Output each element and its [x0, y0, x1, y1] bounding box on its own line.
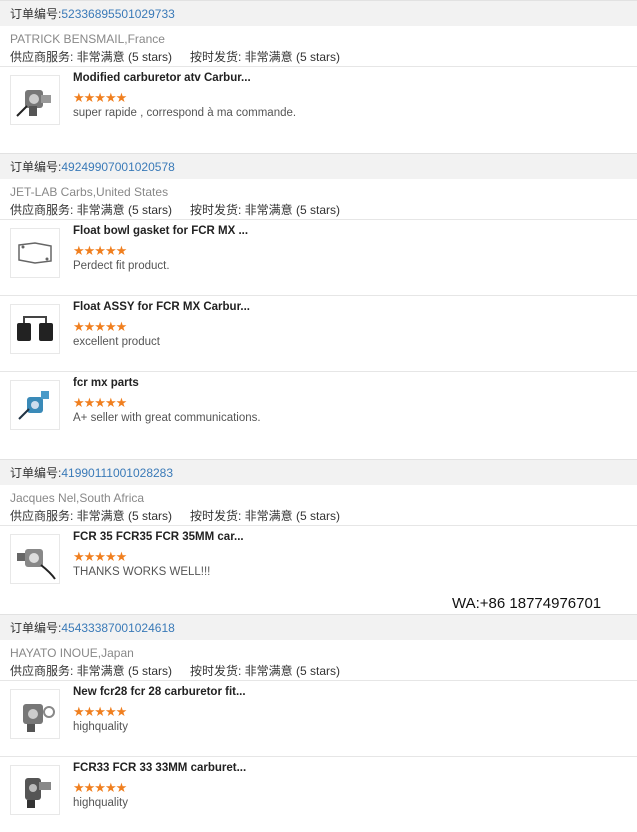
review-item: Float bowl gasket for FCR MX ... ★★★★★ P… [0, 219, 637, 295]
review-item: Modified carburetor atv Carbur... ★★★★★ … [0, 66, 637, 142]
carburetor-icon [17, 549, 56, 580]
rating-summary: 供应商服务: 非常满意 (5 stars) 按时发货: 非常满意 (5 stars… [0, 507, 637, 525]
service-rating: 供应商服务: 非常满意 (5 stars) [10, 509, 173, 523]
product-thumbnail[interactable] [10, 304, 60, 354]
review-text: super rapide , correspond à ma commande. [73, 107, 297, 119]
review-text: A+ seller with great communications. [73, 412, 261, 424]
product-thumbnail[interactable] [10, 765, 60, 815]
review-text: THANKS WORKS WELL!!! [73, 566, 211, 578]
order-header: 订单编号:45433387001024618 [0, 614, 637, 640]
star-rating: ★★★★★ [73, 704, 127, 719]
service-rating: 供应商服务: 非常满意 (5 stars) [10, 664, 173, 678]
rating-summary: 供应商服务: 非常满意 (5 stars) 按时发货: 非常满意 (5 stars… [0, 201, 637, 219]
product-thumbnail[interactable] [10, 75, 60, 125]
order-number-label: 订单编号: [10, 7, 62, 21]
buyer-info: Jacques Nel,South Africa [10, 491, 145, 505]
product-title[interactable]: FCR 35 FCR35 FCR 35MM car... [73, 531, 244, 543]
shipping-rating: 按时发货: 非常满意 (5 stars) [190, 203, 341, 217]
star-rating: ★★★★★ [73, 395, 127, 410]
order-number-link[interactable]: 52336895501029733 [61, 7, 174, 21]
product-title[interactable]: New fcr28 fcr 28 carburetor fit... [73, 686, 246, 698]
review-item: FCR33 FCR 33 33MM carburet... ★★★★★ high… [0, 756, 637, 832]
service-rating: 供应商服务: 非常满意 (5 stars) [10, 203, 173, 217]
order-number-link[interactable]: 45433387001024618 [61, 621, 174, 635]
shipping-rating: 按时发货: 非常满意 (5 stars) [190, 509, 341, 523]
carburetor-icon [18, 391, 49, 420]
review-text: highquality [73, 797, 128, 809]
carburetor-icon [16, 90, 51, 117]
order-number-label: 订单编号: [10, 160, 62, 174]
star-rating: ★★★★★ [73, 90, 127, 105]
order-header: 订单编号:52336895501029733 [0, 0, 637, 26]
order-number-link[interactable]: 41990111001028283 [61, 466, 173, 480]
product-title[interactable]: Float ASSY for FCR MX Carbur... [73, 301, 250, 313]
float-icon [17, 316, 53, 341]
gasket-icon [18, 242, 52, 264]
rating-summary: 供应商服务: 非常满意 (5 stars) 按时发货: 非常满意 (5 stars… [0, 48, 637, 66]
whatsapp-contact-text: WA:+86 18774976701 [452, 595, 602, 612]
star-rating: ★★★★★ [73, 549, 127, 564]
order-header: 订单编号:49249907001020578 [0, 153, 637, 179]
order-block: 订单编号:45433387001024618 HAYATO INOUE,Japa… [0, 614, 637, 832]
order-number-label: 订单编号: [10, 621, 62, 635]
product-title[interactable]: Float bowl gasket for FCR MX ... [73, 225, 248, 237]
shipping-rating: 按时发货: 非常满意 (5 stars) [190, 664, 341, 678]
star-rating: ★★★★★ [73, 780, 127, 795]
order-block: 订单编号:49249907001020578 JET-LAB Carbs,Uni… [0, 153, 637, 447]
product-title[interactable]: fcr mx parts [73, 377, 139, 389]
star-rating: ★★★★★ [73, 319, 127, 334]
review-item: FCR 35 FCR35 FCR 35MM car... ★★★★★ THANK… [0, 525, 637, 601]
service-rating: 供应商服务: 非常满意 (5 stars) [10, 50, 173, 64]
order-block: 订单编号:52336895501029733 PATRICK BENSMAIL,… [0, 0, 637, 142]
order-number-label: 订单编号: [10, 466, 62, 480]
product-title[interactable]: FCR33 FCR 33 33MM carburet... [73, 762, 246, 774]
rating-summary: 供应商服务: 非常满意 (5 stars) 按时发货: 非常满意 (5 stars… [0, 662, 637, 680]
review-item: Float ASSY for FCR MX Carbur... ★★★★★ ex… [0, 295, 637, 371]
review-item: New fcr28 fcr 28 carburetor fit... ★★★★★… [0, 680, 637, 756]
product-thumbnail[interactable] [10, 689, 60, 739]
buyer-info: HAYATO INOUE,Japan [10, 646, 134, 660]
carburetor-icon [23, 704, 55, 732]
review-text: Perdect fit product. [73, 260, 170, 272]
star-rating: ★★★★★ [73, 243, 127, 258]
product-thumbnail[interactable] [10, 380, 60, 430]
review-text: highquality [73, 721, 128, 733]
product-title[interactable]: Modified carburetor atv Carbur... [73, 72, 251, 84]
shipping-rating: 按时发货: 非常满意 (5 stars) [190, 50, 341, 64]
order-header: 订单编号:41990111001028283 [0, 459, 637, 485]
order-number-link[interactable]: 49249907001020578 [61, 160, 174, 174]
product-thumbnail[interactable] [10, 534, 60, 584]
carburetor-icon [25, 778, 51, 808]
review-text: excellent product [73, 336, 160, 348]
review-item: fcr mx parts ★★★★★ A+ seller with great … [0, 371, 637, 447]
buyer-info: JET-LAB Carbs,United States [10, 185, 169, 199]
product-thumbnail[interactable] [10, 228, 60, 278]
buyer-info: PATRICK BENSMAIL,France [10, 32, 165, 46]
order-block: 订单编号:41990111001028283 Jacques Nel,South… [0, 459, 637, 601]
